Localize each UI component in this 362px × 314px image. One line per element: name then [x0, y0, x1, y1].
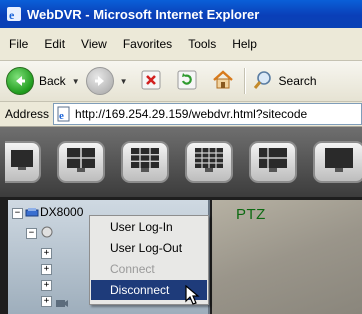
menu-connect: Connect — [110, 262, 155, 276]
menu-file[interactable]: File — [0, 37, 36, 51]
menu-user-log-in[interactable]: User Log-In — [91, 217, 207, 237]
multi-screen-icon — [258, 147, 288, 178]
tree-expand-icon[interactable]: + — [41, 296, 52, 307]
forward-dropdown-icon[interactable]: ▼ — [120, 77, 128, 86]
title-bar[interactable]: e WebDVR - Microsoft Internet Explorer — [0, 0, 362, 28]
tree-subcollapse-icon[interactable]: − — [26, 228, 37, 239]
address-bar: Address e http://169.254.29.159/webdvr.h… — [0, 102, 362, 127]
sixteen-screen-icon — [194, 147, 224, 178]
tree-expand-icon[interactable]: + — [41, 264, 52, 275]
back-label: Back — [39, 74, 66, 88]
page-icon: e — [56, 106, 72, 122]
menu-edit[interactable]: Edit — [36, 37, 73, 51]
back-arrow-icon — [6, 67, 34, 95]
stop-button[interactable] — [138, 68, 164, 94]
menu-tools[interactable]: Tools — [180, 37, 224, 51]
single-screen-icon — [10, 149, 34, 176]
menu-help[interactable]: Help — [224, 37, 265, 51]
home-icon — [212, 69, 234, 93]
camera-icon — [55, 296, 69, 314]
home-button[interactable] — [210, 68, 236, 94]
mouse-cursor-icon — [185, 284, 201, 312]
ie-logo-icon: e — [6, 6, 22, 22]
stop-icon — [141, 70, 161, 93]
window-title: WebDVR - Microsoft Internet Explorer — [27, 6, 260, 22]
tree-expand-icon[interactable]: + — [41, 248, 52, 259]
address-url: http://169.254.29.159/webdvr.html?siteco… — [75, 107, 308, 121]
layout-more-button[interactable] — [249, 141, 297, 183]
camera-group-icon — [40, 225, 54, 244]
layout-quad-button[interactable] — [57, 141, 105, 183]
menu-user-log-out[interactable]: User Log-Out — [91, 238, 207, 258]
refresh-icon — [177, 70, 197, 93]
search-label: Search — [278, 74, 317, 88]
address-input[interactable]: e http://169.254.29.159/webdvr.html?site… — [53, 103, 362, 125]
nine-screen-icon — [130, 147, 160, 178]
layout-extra-button[interactable] — [313, 141, 362, 183]
screen-icon — [324, 147, 354, 178]
standard-toolbar: Back ▼ ▼ Search — [0, 61, 362, 102]
svg-text:e: e — [59, 110, 64, 122]
menu-view[interactable]: View — [73, 37, 115, 51]
ptz-panel: PTZ — [212, 200, 362, 314]
toolbar-separator — [243, 68, 246, 94]
menu-bar: File Edit View Favorites Tools Help — [0, 28, 362, 61]
forward-arrow-icon — [85, 67, 114, 95]
tree-collapse-icon[interactable]: − — [12, 208, 23, 219]
quad-screen-icon — [66, 147, 96, 178]
tree-expand-icon[interactable]: + — [41, 280, 52, 291]
menu-favorites[interactable]: Favorites — [115, 37, 180, 51]
forward-button[interactable]: ▼ — [85, 67, 128, 95]
address-label: Address — [5, 107, 50, 121]
camera-layout-toolbar — [0, 127, 362, 197]
back-dropdown-icon[interactable]: ▼ — [72, 77, 80, 86]
layout-sixteen-button[interactable] — [185, 141, 233, 183]
layout-single-button[interactable] — [5, 141, 41, 183]
ptz-label: PTZ — [236, 206, 266, 223]
tree-root-label[interactable]: DX8000 — [40, 205, 83, 219]
search-button[interactable]: Search — [252, 69, 317, 94]
search-icon — [252, 69, 274, 94]
layout-nine-button[interactable] — [121, 141, 169, 183]
back-button[interactable]: Back ▼ — [6, 67, 80, 95]
svg-text:e: e — [9, 8, 15, 22]
refresh-button[interactable] — [174, 68, 200, 94]
dvr-device-icon — [25, 205, 39, 224]
